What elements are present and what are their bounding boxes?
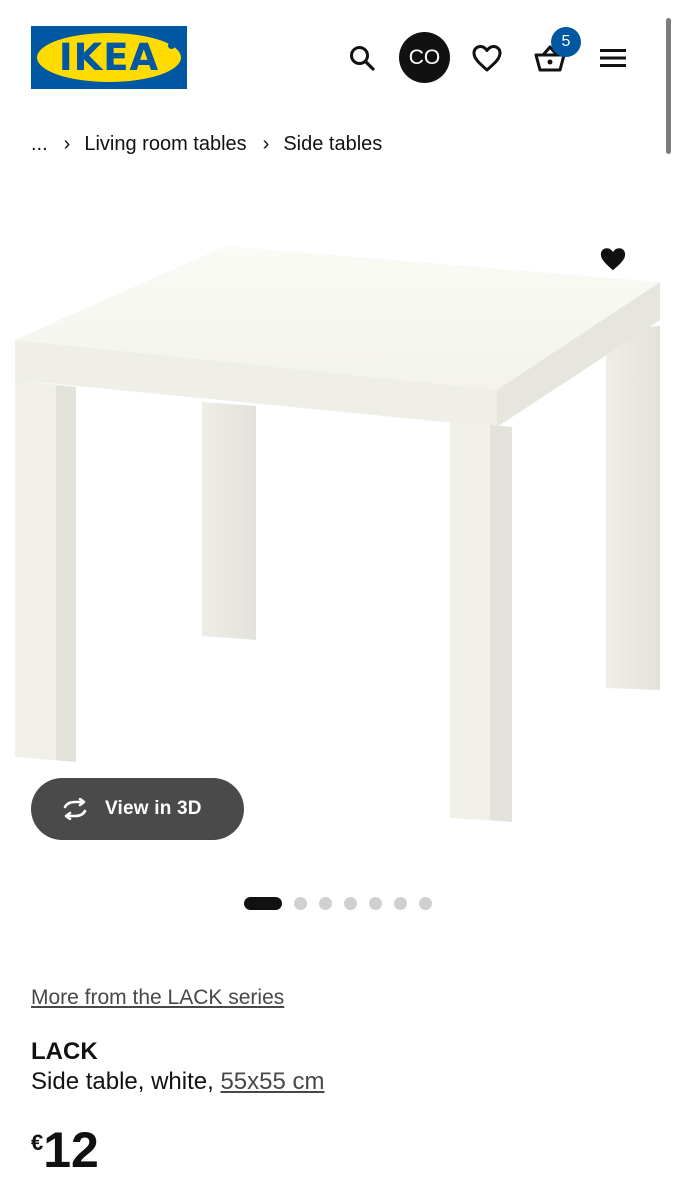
breadcrumb-living-room-tables[interactable]: Living room tables (84, 133, 246, 156)
site-header: IKEA CO 5 (0, 0, 677, 110)
product-description-text: Side table, white, (31, 1068, 221, 1095)
hamburger-menu-icon (600, 49, 626, 67)
cart-count-badge: 5 (551, 27, 581, 57)
price-amount: 12 (43, 1122, 99, 1178)
product-description: Side table, white, 55x55 cm (31, 1068, 325, 1096)
price-currency: € (31, 1130, 44, 1155)
registered-mark (168, 42, 175, 49)
image-pagination (244, 896, 444, 910)
favourites-button[interactable] (461, 32, 513, 84)
logo-text: IKEA (58, 36, 160, 79)
heart-filled-icon (600, 248, 626, 271)
ikea-logo[interactable]: IKEA (31, 26, 187, 89)
search-button[interactable] (336, 32, 388, 84)
pagination-dot[interactable] (344, 896, 357, 910)
pagination-dot[interactable] (294, 896, 307, 910)
pagination-dot-active[interactable] (244, 896, 282, 910)
add-to-wishlist-button[interactable] (594, 240, 632, 278)
view-in-3d-label: View in 3D (105, 798, 202, 819)
chevron-right-icon: › (63, 132, 71, 155)
rotate-3d-icon (63, 798, 87, 820)
pagination-dot[interactable] (319, 896, 332, 910)
menu-button[interactable] (587, 32, 639, 84)
product-image[interactable] (0, 180, 677, 880)
breadcrumb: ... › Living room tables › Side tables (31, 130, 382, 158)
breadcrumb-side-tables[interactable]: Side tables (283, 133, 382, 156)
pagination-dot[interactable] (369, 896, 382, 910)
side-table-illustration (15, 246, 660, 822)
product-price: € 12 (31, 1122, 99, 1178)
view-in-3d-button[interactable]: View in 3D (31, 778, 244, 840)
series-link[interactable]: More from the LACK series (31, 986, 284, 1010)
search-icon (350, 46, 375, 71)
page-scrollbar[interactable] (666, 18, 671, 154)
product-name: LACK (31, 1038, 98, 1065)
product-size-link[interactable]: 55x55 cm (220, 1068, 324, 1095)
account-avatar[interactable]: CO (399, 32, 450, 83)
heart-outline-icon (472, 45, 502, 72)
chevron-right-icon: › (262, 132, 270, 155)
breadcrumb-ellipsis[interactable]: ... (31, 133, 48, 156)
pagination-dot[interactable] (419, 896, 432, 910)
pagination-dot[interactable] (394, 896, 407, 910)
